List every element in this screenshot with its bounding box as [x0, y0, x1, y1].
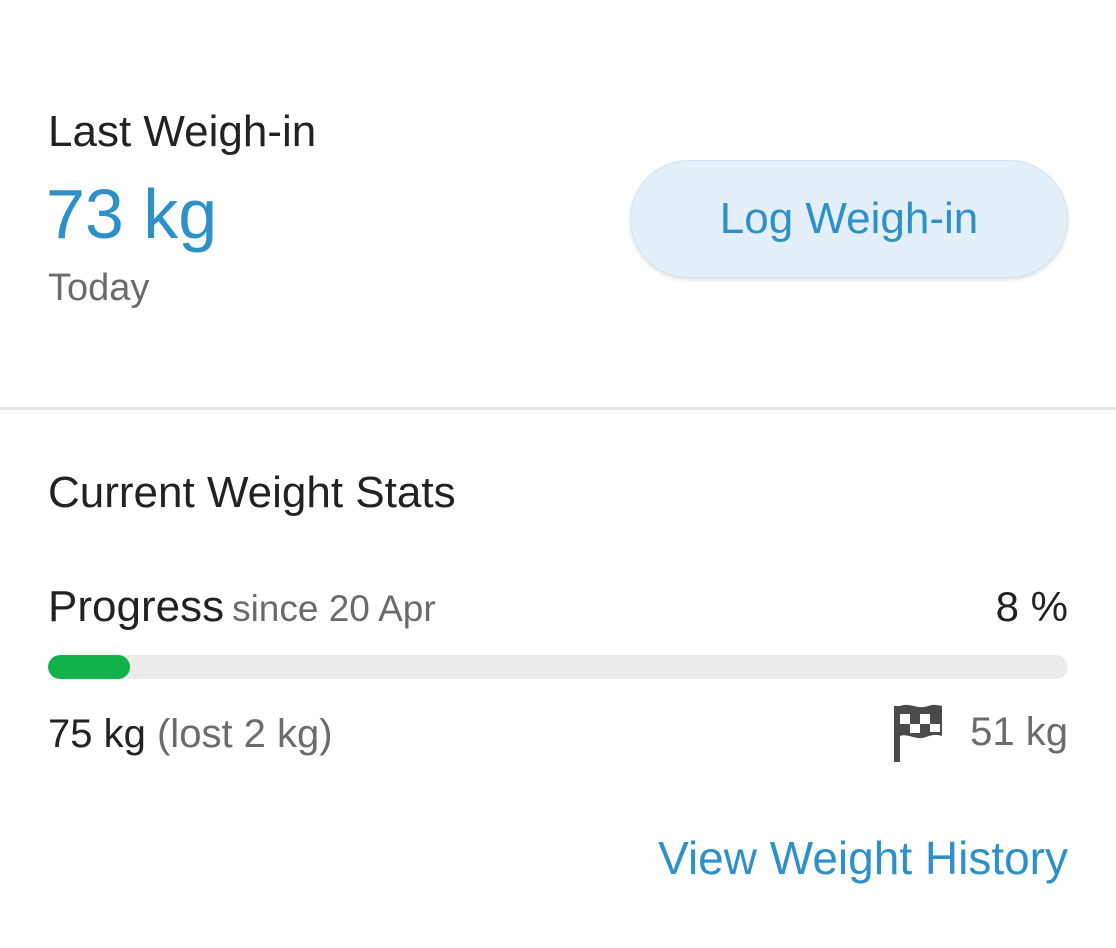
stats-section-title: Current Weight Stats	[48, 468, 456, 517]
progress-label: Progress	[48, 582, 225, 631]
goal-weight-group: 51 kg	[892, 700, 1068, 764]
section-divider	[0, 407, 1116, 410]
last-weigh-in-value: 73 kg	[46, 175, 218, 253]
view-weight-history-link[interactable]: View Weight History	[658, 830, 1068, 886]
progress-bar	[48, 655, 1068, 679]
weight-lost: (lost 2 kg)	[156, 712, 333, 756]
progress-since-label: since 20 Apr	[232, 588, 436, 629]
start-weight: 75 kg	[48, 712, 146, 756]
progress-percent: 8 %	[995, 583, 1068, 630]
flag-icon	[894, 704, 943, 762]
progress-header: Progress since 20 Apr 8 %	[48, 578, 1068, 638]
progress-bar-fill	[48, 655, 130, 679]
goal-weight: 51 kg	[970, 709, 1068, 754]
weight-stats-screen: Last Weigh-in 73 kg Today Log Weigh-in C…	[0, 0, 1116, 948]
start-weight-row: 75 kg (lost 2 kg)	[48, 706, 333, 762]
log-weigh-in-button-label: Log Weigh-in	[719, 194, 979, 243]
last-weigh-in-label: Last Weigh-in	[48, 107, 317, 156]
last-weigh-in-date: Today	[48, 267, 150, 309]
log-weigh-in-button[interactable]: Log Weigh-in	[630, 160, 1068, 278]
